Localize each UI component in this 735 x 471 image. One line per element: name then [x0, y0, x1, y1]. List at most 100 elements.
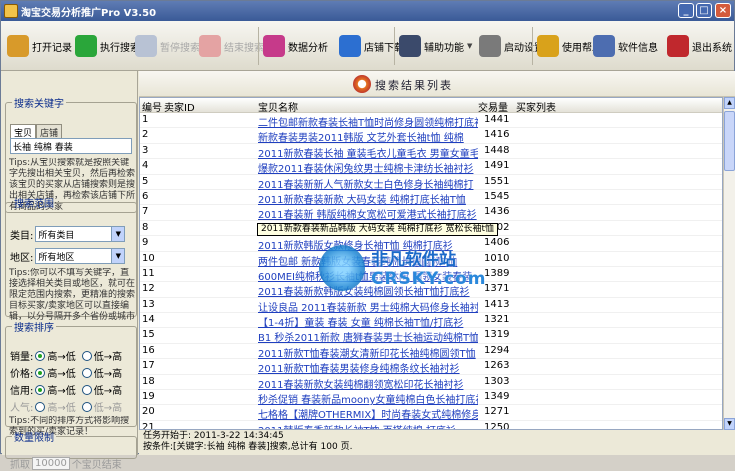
- sort-radio-desc[interactable]: [35, 401, 46, 412]
- scroll-down-icon[interactable]: ▼: [724, 418, 735, 430]
- region-value: 所有地区: [38, 253, 75, 263]
- toolbar-separator: [258, 27, 259, 65]
- col-item-name[interactable]: 宝贝名称: [258, 99, 298, 114]
- toolbar-label: 软件信息: [618, 42, 658, 54]
- sort-radio-desc[interactable]: [35, 384, 46, 395]
- toolbar-label: 店铺下载: [364, 42, 404, 54]
- table-row[interactable]: 3聪明2011新款春装长袖 童装毛衣儿童毛衣 男童女童毛衣1448: [140, 144, 722, 160]
- row-item-link[interactable]: 七格格【潮牌OTHERMIX】时尚春装女式纯棉修身长袖: [258, 406, 478, 421]
- sort-radio-desc[interactable]: [35, 350, 46, 361]
- title-bar[interactable]: 淘宝交易分析推广Pro V3.50 _ □ ×: [1, 1, 734, 21]
- scroll-up-icon[interactable]: ▲: [724, 97, 735, 109]
- row-count: 1436: [484, 206, 510, 218]
- sort-option-desc[interactable]: 高→低: [47, 365, 75, 380]
- row-item-link[interactable]: 2011新款春装长袖 童装毛衣儿童毛衣 男童女童毛衣: [258, 145, 478, 160]
- toolbar-separator: [532, 27, 533, 65]
- table-row[interactable]: 5不夏当年2011春装新新人气新款女士白色修身长袖纯棉打1551: [140, 175, 722, 191]
- table-row[interactable]: 1红苹果二件包邮新款春装长袖T恤时尚修身圆领纯棉打底衫1441: [140, 113, 722, 129]
- chevron-down-icon[interactable]: ▼: [111, 249, 125, 263]
- range-legend: 搜索范围: [14, 199, 54, 210]
- row-item-link[interactable]: 2011新款T恤春装男装修身纯棉条纹长袖衬衫: [258, 360, 478, 375]
- row-item-link[interactable]: 2011春装新新人气新款女士白色修身长袖纯棉打: [258, 176, 478, 191]
- row-item-link[interactable]: B1 秒杀2011新款 唐狮春装男士长袖运动纯棉T恤: [258, 329, 478, 344]
- limit-group: 数量限制 抓取 10000 个宝贝结束: [5, 429, 137, 471]
- col-buyer-list[interactable]: 买家列表: [516, 99, 556, 114]
- table-row[interactable]: 61382011新款春装新款 大码女装 纯棉打底长袖T恤1545: [140, 190, 722, 206]
- toolbar-button-0[interactable]: 打开记录: [7, 26, 72, 66]
- row-item-link[interactable]: 【1-4折】童装 春装 女童 纯棉长袖T恤/打底衫: [258, 314, 478, 329]
- row-item-link[interactable]: 2011春装新款女装纯棉翻领宽松印花长袖衬衫: [258, 376, 478, 391]
- row-item-link[interactable]: 爆款2011春装休闲兔纹男士纯棉卡津纺长袖衬衫: [258, 160, 478, 175]
- row-item-link[interactable]: 2011新款春装新款 大码女装 纯棉打底长袖T恤: [258, 191, 478, 206]
- table-row[interactable]: 13让设让设良品 2011春装新款 男士纯棉大码修身长袖衬衫1413: [140, 298, 722, 314]
- chevron-down-icon[interactable]: ▼: [111, 227, 125, 241]
- table-row[interactable]: 20七格格七格格【潮牌OTHERMIX】时尚春装女式纯棉修身长袖1271: [140, 405, 722, 421]
- table-row[interactable]: 15唐狮B1 秒杀2011新款 唐狮春装男士长袖运动纯棉T恤1319: [140, 328, 722, 344]
- col-seller-id[interactable]: 卖家ID: [164, 99, 195, 114]
- toolbar-button-6[interactable]: 辅助功能 ▼: [399, 26, 472, 66]
- sort-radio-asc[interactable]: [81, 401, 92, 412]
- toolbar-button-2[interactable]: 暂停搜索: [135, 26, 200, 66]
- minimize-button[interactable]: _: [678, 3, 694, 18]
- category-select[interactable]: 所有类目 ▼: [35, 226, 126, 242]
- table-row[interactable]: 14晶城【1-4折】童装 春装 女童 纯棉长袖T恤/打底衫1321: [140, 313, 722, 329]
- maximize-button[interactable]: □: [696, 3, 712, 18]
- row-number: 11: [142, 267, 155, 279]
- col-trade-count[interactable]: 交易量: [478, 99, 508, 114]
- table-row[interactable]: 16潮客2011新款T恤春装潮女清新印花长袖纯棉圆领T恤1294: [140, 344, 722, 360]
- row-item-link[interactable]: 新款春装男装2011韩版 文艺外套长袖t恤 纯棉: [258, 129, 478, 144]
- row-item-link[interactable]: 2011新款T恤春装潮女清新印花长袖纯棉圆领T恤: [258, 345, 478, 360]
- help-icon: [537, 35, 559, 57]
- toolbar-button-9[interactable]: 软件信息: [593, 26, 658, 66]
- row-number: 14: [142, 314, 155, 326]
- toolbar-label: 打开记录: [32, 42, 72, 54]
- sort-group: 搜索排序 销量: 高→低 低→高 价格: 高→低 低→高 信用: 高→低 低→高 人气: 高→低 低→…: [5, 319, 137, 437]
- table-row[interactable]: 18不夏当年2011春装新款女装纯棉翻领宽松印花长袖衬衫1303: [140, 375, 722, 391]
- limit-input[interactable]: 10000: [32, 457, 70, 470]
- sort-option-asc[interactable]: 低→高: [94, 348, 122, 363]
- row-number: 21: [142, 421, 155, 430]
- sort-radio-asc[interactable]: [81, 367, 92, 378]
- row-item-link[interactable]: 2011韩版春季新款长袖T恤 百搭纯棉 打底衫: [258, 422, 478, 429]
- scroll-thumb[interactable]: [724, 111, 735, 171]
- watermark-en: CRSKY.com: [371, 269, 487, 289]
- col-number[interactable]: 编号: [142, 99, 162, 114]
- sort-radio-asc[interactable]: [81, 350, 92, 361]
- table-row[interactable]: 7礼品2011春装新 韩版纯棉女宽松可爱港式长袖打底衫1436: [140, 205, 722, 221]
- row-item-link[interactable]: 让设良品 2011春装新款 男士纯棉大码修身长袖衬衫: [258, 299, 478, 314]
- toolbar-button-3[interactable]: 结束搜索: [199, 26, 264, 66]
- row-number: 13: [142, 298, 155, 310]
- row-number: 6: [142, 190, 149, 202]
- table-row[interactable]: 4taobao爆款2011春装休闲兔纹男士纯棉卡津纺长袖衬衫1491: [140, 159, 722, 175]
- toolbar-button-10[interactable]: 退出系统: [667, 26, 732, 66]
- sort-option-desc[interactable]: 高→低: [47, 399, 75, 414]
- table-row[interactable]: 19箭在弦上秒杀促销 春装新品moony女童纯棉白色长袖打底衫1349: [140, 390, 722, 406]
- sort-radio-desc[interactable]: [35, 367, 46, 378]
- close-button[interactable]: ×: [715, 3, 731, 18]
- table-row[interactable]: 17欣玉2011新款T恤春装男装修身纯棉条纹长袖衬衫1263: [140, 359, 722, 375]
- sort-label: 信用:: [10, 386, 34, 397]
- sort-radio-asc[interactable]: [81, 384, 92, 395]
- category-value: 所有类目: [38, 231, 75, 241]
- sort-option-desc[interactable]: 高→低: [47, 348, 75, 363]
- vertical-scrollbar[interactable]: ▲ ▼: [723, 97, 735, 430]
- row-item-link[interactable]: 二件包邮新款春装长袖T恤时尚修身圆领纯棉打底衫: [258, 114, 478, 129]
- limit-suffix: 个宝贝结束: [71, 460, 122, 471]
- sort-option-asc[interactable]: 低→高: [94, 382, 122, 397]
- keyword-input[interactable]: 长袖 纯棉 春装: [10, 138, 132, 154]
- sort-option-asc[interactable]: 低→高: [94, 365, 122, 380]
- row-item-link[interactable]: 2011春装新 韩版纯棉女宽松可爱港式长袖打底衫: [258, 206, 478, 221]
- table-row[interactable]: 2shop新款春装男装2011韩版 文艺外套长袖t恤 纯棉1416: [140, 128, 722, 144]
- toolbar-button-7[interactable]: 启动设置: [479, 26, 544, 66]
- toolbar-label: 退出系统: [692, 42, 732, 54]
- region-select[interactable]: 所有地区 ▼: [35, 248, 126, 264]
- sort-option-desc[interactable]: 高→低: [47, 382, 75, 397]
- row-number: 7: [142, 206, 149, 218]
- row-number: 20: [142, 406, 155, 418]
- table-row[interactable]: 21童话2011韩版春季新款长袖T恤 百搭纯棉 打底衫1250: [140, 421, 722, 430]
- toolbar-button-4[interactable]: 数据分析: [263, 26, 328, 66]
- sort-option-asc[interactable]: 低→高: [94, 399, 122, 414]
- toolbar-button-1[interactable]: 执行搜索: [75, 26, 140, 66]
- row-item-link[interactable]: 秒杀促销 春装新品moony女童纯棉白色长袖打底衫: [258, 391, 478, 406]
- chevron-down-icon[interactable]: ▼: [467, 42, 472, 50]
